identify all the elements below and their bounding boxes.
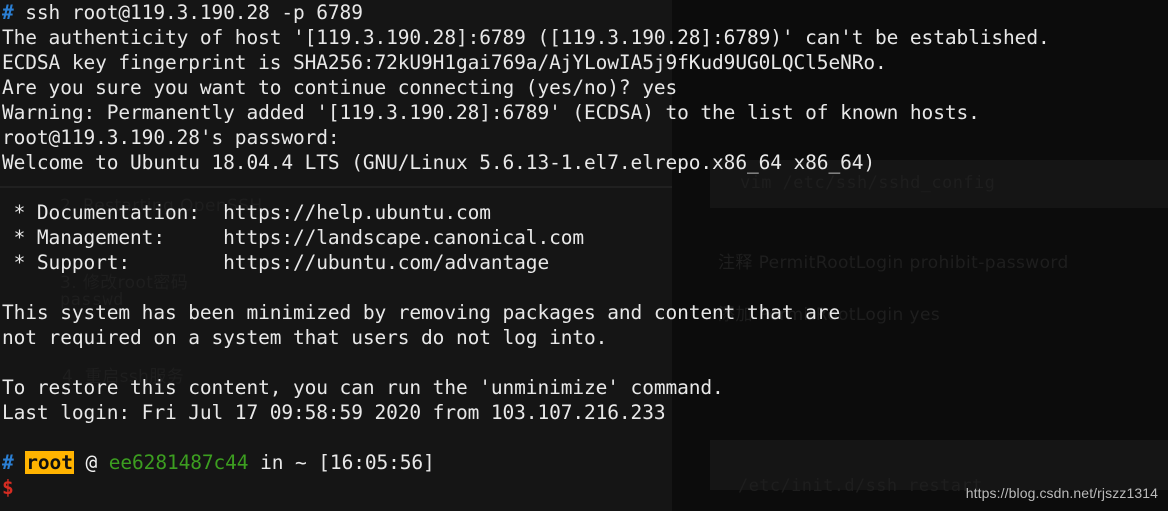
terminal-output-line: Are you sure you want to continue connec… (2, 76, 678, 99)
terminal-window[interactable]: vim /etc/ssh/sshd_config 注释 PermitRootLog… (0, 0, 1168, 511)
terminal-output-line: ECDSA key fingerprint is SHA256:72kU9H1g… (2, 51, 887, 74)
watermark-url: https://blog.csdn.net/rjszz1314 (965, 485, 1158, 501)
prompt-space-1 (14, 451, 26, 474)
prompt-at-symbol: @ (85, 451, 98, 474)
prompt-dollar-symbol: $ (2, 476, 14, 499)
prompt-hostname: ee6281487c44 (108, 451, 249, 474)
command-prompt-hash: # (2, 1, 14, 24)
terminal-output-line: * Management: https://landscape.canonica… (2, 226, 584, 249)
terminal-output-line: The authenticity of host '[119.3.190.28]… (2, 26, 1050, 49)
prompt-space-4 (248, 451, 260, 474)
prompt-space-2 (74, 451, 86, 474)
terminal-output-line: This system has been minimized by removi… (2, 301, 841, 324)
terminal-screen: # ssh root@119.3.190.28 -p 6789 The authe… (0, 0, 1168, 500)
terminal-output-line: * Documentation: https://help.ubuntu.com (2, 201, 491, 224)
prompt-location: in ~ [16:05:56] (260, 451, 435, 474)
terminal-output-line: Welcome to Ubuntu 18.04.4 LTS (GNU/Linux… (2, 151, 875, 174)
terminal-output-line: root@119.3.190.28's password: (2, 126, 340, 149)
prompt-space-3 (97, 451, 109, 474)
terminal-output: # ssh root@119.3.190.28 -p 6789 The authe… (0, 0, 1168, 450)
terminal-output-line: not required on a system that users do n… (2, 326, 608, 349)
shell-prompt-line[interactable]: # root @ ee6281487c44 in ~ [16:05:56] (0, 450, 1168, 475)
prompt-hash-symbol: # (2, 451, 14, 474)
prompt-username: root (25, 451, 74, 474)
command-text: ssh root@119.3.190.28 -p 6789 (13, 1, 363, 24)
terminal-command-line: # ssh root@119.3.190.28 -p 6789 (0, 0, 1168, 25)
terminal-output-line: Last login: Fri Jul 17 09:58:59 2020 fro… (2, 401, 666, 424)
terminal-output-line: To restore this content, you can run the… (2, 376, 724, 399)
terminal-output-line: Warning: Permanently added '[119.3.190.2… (2, 101, 980, 124)
terminal-output-line: * Support: https://ubuntu.com/advantage (2, 251, 550, 274)
